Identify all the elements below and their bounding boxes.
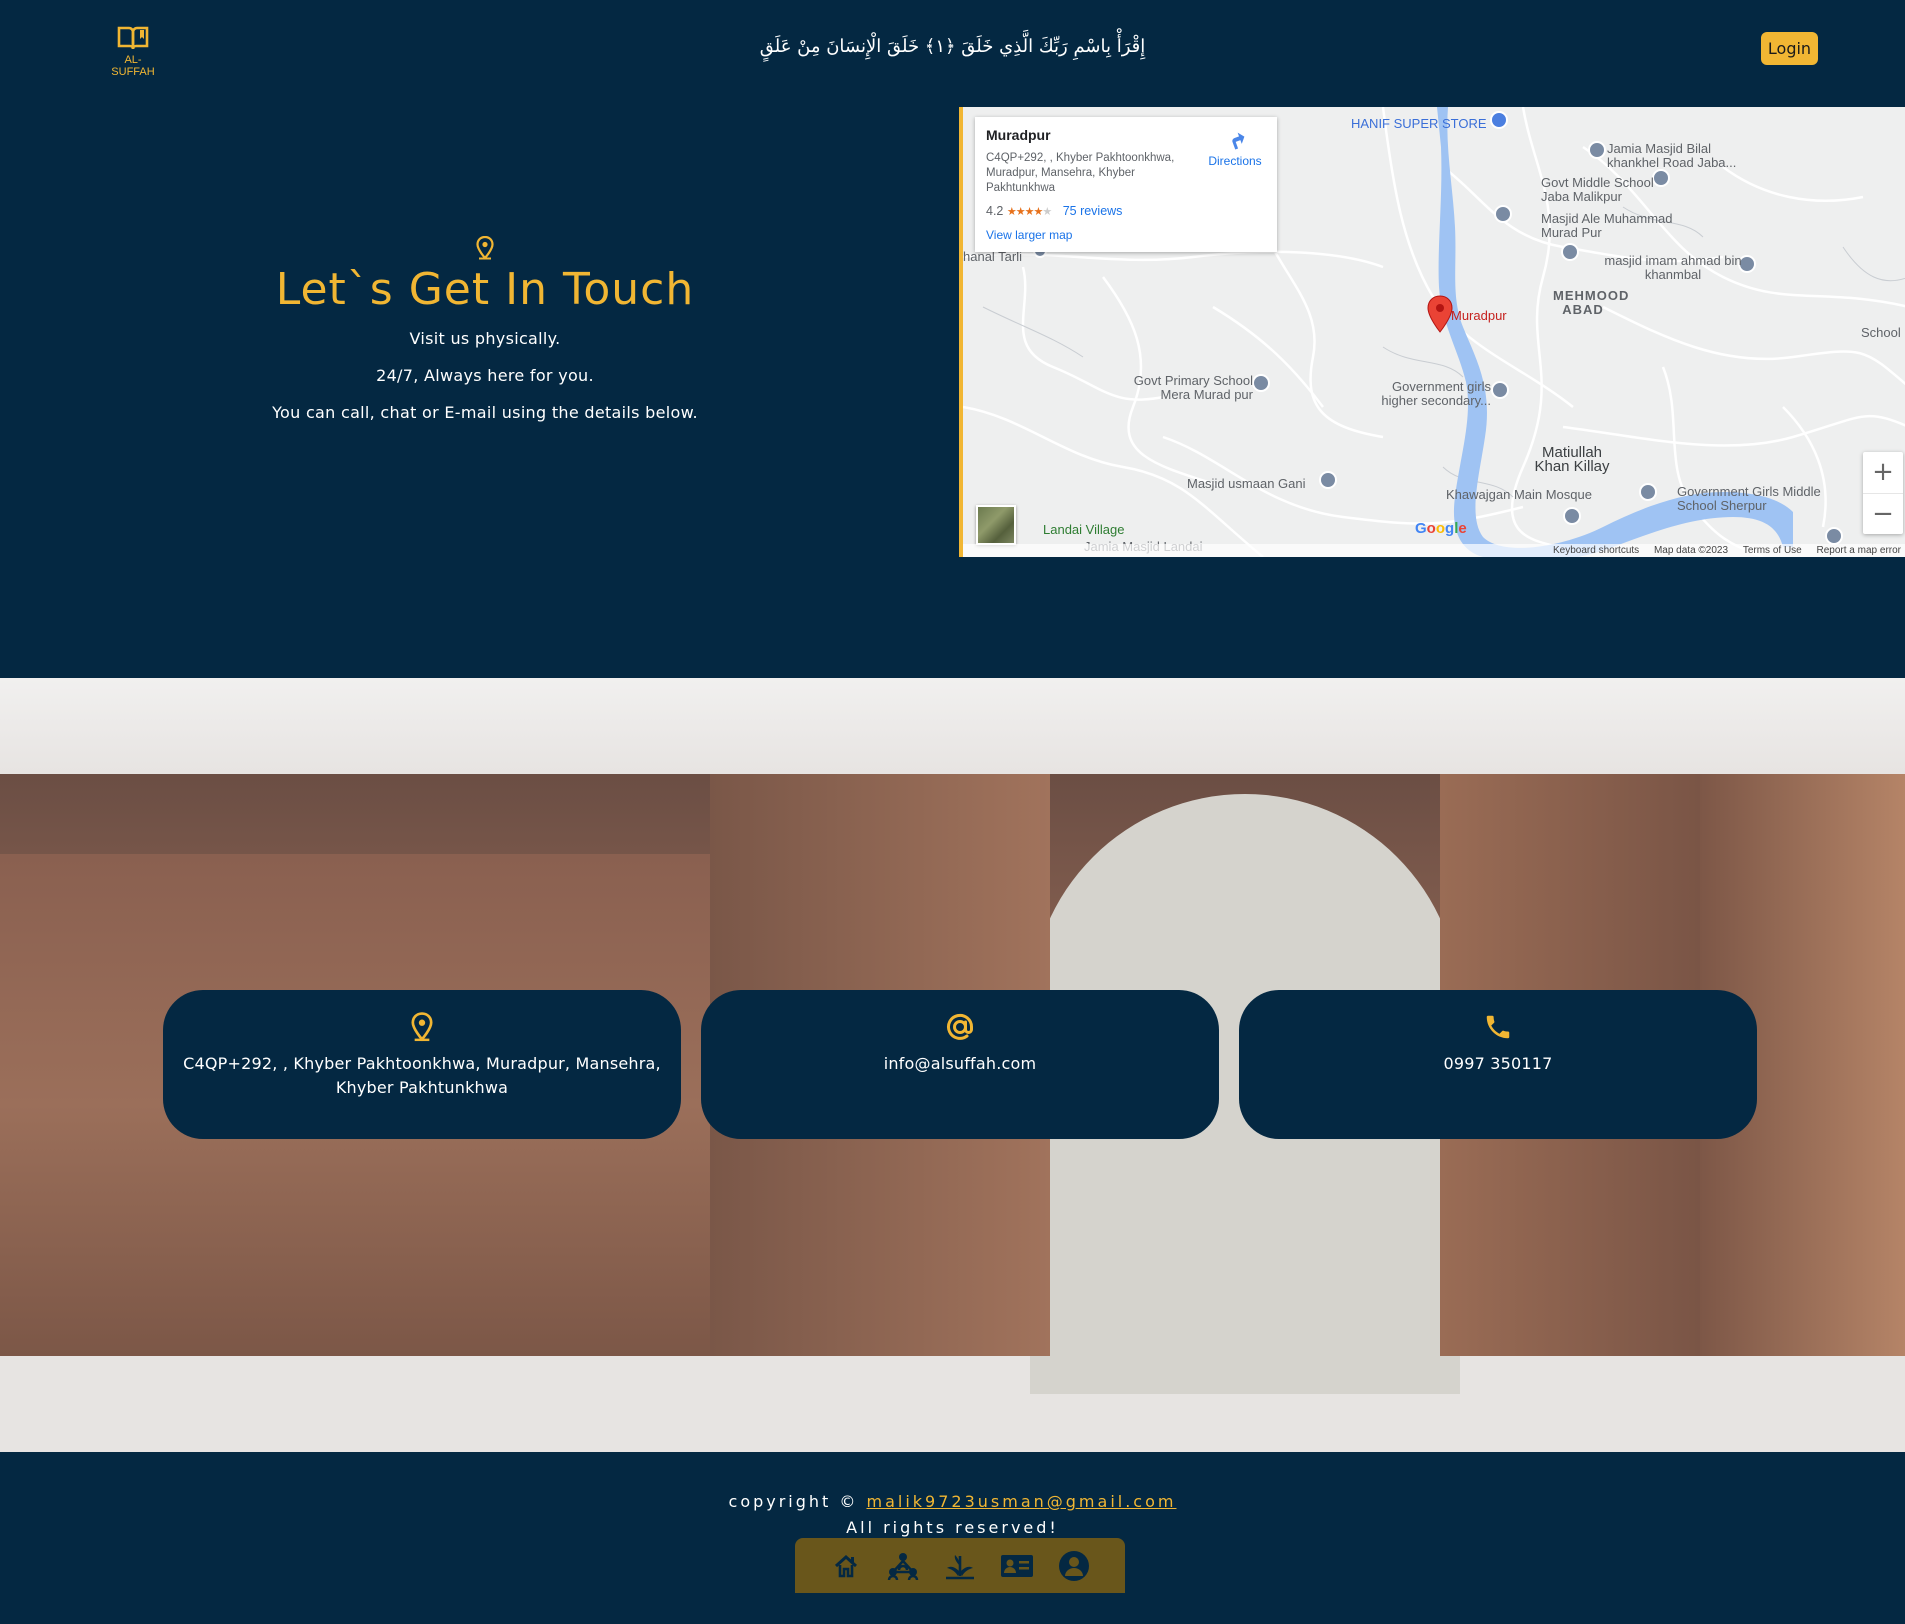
rating-value: 4.2 <box>986 204 1004 218</box>
location-marker-icon[interactable] <box>1427 295 1453 333</box>
map-data-text: Map data ©2023 <box>1653 545 1729 556</box>
report-error-link[interactable]: Report a map error <box>1817 545 1901 556</box>
hero-line-1: Visit us physically. <box>409 329 561 348</box>
school-marker-icon[interactable] <box>1252 374 1270 392</box>
page-title: Let`s Get In Touch <box>275 264 695 315</box>
copyright-prefix: copyright © <box>728 1492 859 1511</box>
school-marker-icon[interactable] <box>1491 381 1509 399</box>
location-pin-icon <box>476 236 494 260</box>
mosque-marker-icon[interactable] <box>1563 507 1581 525</box>
map-label-govt-middle: Govt Middle School Jaba Malikpur <box>1541 175 1654 204</box>
zoom-out-button[interactable]: − <box>1863 493 1903 534</box>
site-footer: copyright © malik9723usman@gmail.com All… <box>0 1452 1905 1624</box>
map-label-masjid-imam: masjid imam ahmad bin khanmbal <box>1604 253 1742 282</box>
email-card: info@alsuffah.com <box>701 990 1219 1139</box>
address-card: C4QP+292, , Khyber Pakhtoonkhwa, Muradpu… <box>163 990 681 1139</box>
site-header: AL-SUFFAH إِقْرَأْ بِاسْمِ رَبِّكَ الَّذ… <box>0 0 1905 96</box>
quran-verse: إِقْرَأْ بِاسْمِ رَبِّكَ الَّذِي خَلَقَ … <box>759 36 1146 57</box>
phone-card: 0997 350117 <box>1239 990 1757 1139</box>
login-button[interactable]: Login <box>1761 32 1818 65</box>
address-text: C4QP+292, , Khyber Pakhtoonkhwa, Muradpu… <box>183 1054 661 1097</box>
map-label-muradpur: Muradpur <box>1451 308 1507 323</box>
school-marker-icon[interactable] <box>1825 527 1843 545</box>
map-label-jamia-bilal: Jamia Masjid Bilal khankhel Road Jaba... <box>1607 141 1737 170</box>
at-sign-icon <box>947 1013 974 1040</box>
map-label-tarli: hanal Tarli <box>963 249 1023 264</box>
zoom-controls: + − <box>1863 452 1903 534</box>
view-larger-map-link[interactable]: View larger map <box>986 228 1072 242</box>
copyright-line: copyright © malik9723usman@gmail.com <box>0 1492 1905 1511</box>
location-pin-icon <box>411 1012 433 1042</box>
rating-stars-icon: ★★★★★ <box>1006 206 1052 218</box>
google-logo: Google <box>1415 520 1467 537</box>
place-info-card: Muradpur C4QP+292, , Khyber Pakhtoonkhwa… <box>975 117 1277 252</box>
shop-marker-icon[interactable] <box>1490 111 1508 129</box>
directions-icon <box>1232 132 1245 150</box>
map-label-hanif: HANIF SUPER STORE <box>1351 116 1487 131</box>
map-attribution: Keyboard shortcuts Map data ©2023 Terms … <box>963 544 1905 557</box>
plant-icon[interactable] <box>942 1548 978 1584</box>
embedded-map[interactable]: HANIF SUPER STORE Jamia Masjid Bilal kha… <box>959 107 1905 557</box>
reviews-link[interactable]: 75 reviews <box>1063 204 1123 218</box>
email-text[interactable]: info@alsuffah.com <box>701 1052 1219 1076</box>
hero-text-block: Let`s Get In Touch Visit us physically. … <box>235 236 735 440</box>
map-label-govt-girls: Government girls higher secondary... <box>1381 379 1491 408</box>
hero-line-3: You can call, chat or E-mail using the d… <box>272 403 698 422</box>
place-address: C4QP+292, , Khyber Pakhtoonkhwa, Muradpu… <box>986 152 1175 194</box>
phone-text[interactable]: 0997 350117 <box>1239 1052 1757 1076</box>
map-label-school: School <box>1861 325 1901 340</box>
zoom-in-button[interactable]: + <box>1863 452 1903 493</box>
map-label-masjid-usmaan: Masjid usmaan Gani <box>1187 476 1306 491</box>
author-email-link[interactable]: malik9723usman@gmail.com <box>867 1492 1177 1511</box>
mosque-marker-icon[interactable] <box>1588 141 1606 159</box>
contact-card-icon[interactable] <box>999 1548 1035 1584</box>
hero-line-2: 24/7, Always here for you. <box>376 366 594 385</box>
school-marker-icon[interactable] <box>1639 483 1657 501</box>
logo-text: AL-SUFFAH <box>111 54 155 78</box>
map-label-masjid-ale: Masjid Ale Muhammad Murad Pur <box>1541 211 1673 240</box>
place-name: Muradpur <box>986 127 1051 143</box>
mosque-marker-icon[interactable] <box>1561 243 1579 261</box>
rights-text: All rights reserved! <box>846 1518 1059 1537</box>
phone-icon <box>1486 1015 1510 1039</box>
place-rating: 4.2 ★★★★★ 75 reviews <box>986 204 1122 218</box>
satellite-toggle[interactable] <box>976 505 1016 545</box>
map-label-govt-girls-middle: Government Girls Middle School Sherpur <box>1677 484 1821 513</box>
mosque-marker-icon[interactable] <box>1319 471 1337 489</box>
map-label-landai: Landai Village <box>1043 522 1125 537</box>
terms-link[interactable]: Terms of Use <box>1743 545 1802 556</box>
bottom-nav-bar <box>795 1538 1125 1593</box>
map-label-khawajgan: Khawajgan Main Mosque <box>1446 487 1592 502</box>
keyboard-shortcuts-link[interactable]: Keyboard shortcuts <box>1553 545 1639 556</box>
map-label-matiullah: Matiullah Khan Killay <box>1534 444 1610 475</box>
directions-label: Directions <box>1208 154 1262 168</box>
home-icon[interactable] <box>828 1548 864 1584</box>
map-label-mehmood: MEHMOOD ABAD <box>1553 288 1630 317</box>
user-icon[interactable] <box>1056 1548 1092 1584</box>
mosque-marker-icon[interactable] <box>1494 205 1512 223</box>
community-icon[interactable] <box>885 1548 921 1584</box>
map-label-govt-primary: Govt Primary School Mera Murad pur <box>1133 373 1253 402</box>
directions-button[interactable]: Directions <box>1203 129 1267 168</box>
